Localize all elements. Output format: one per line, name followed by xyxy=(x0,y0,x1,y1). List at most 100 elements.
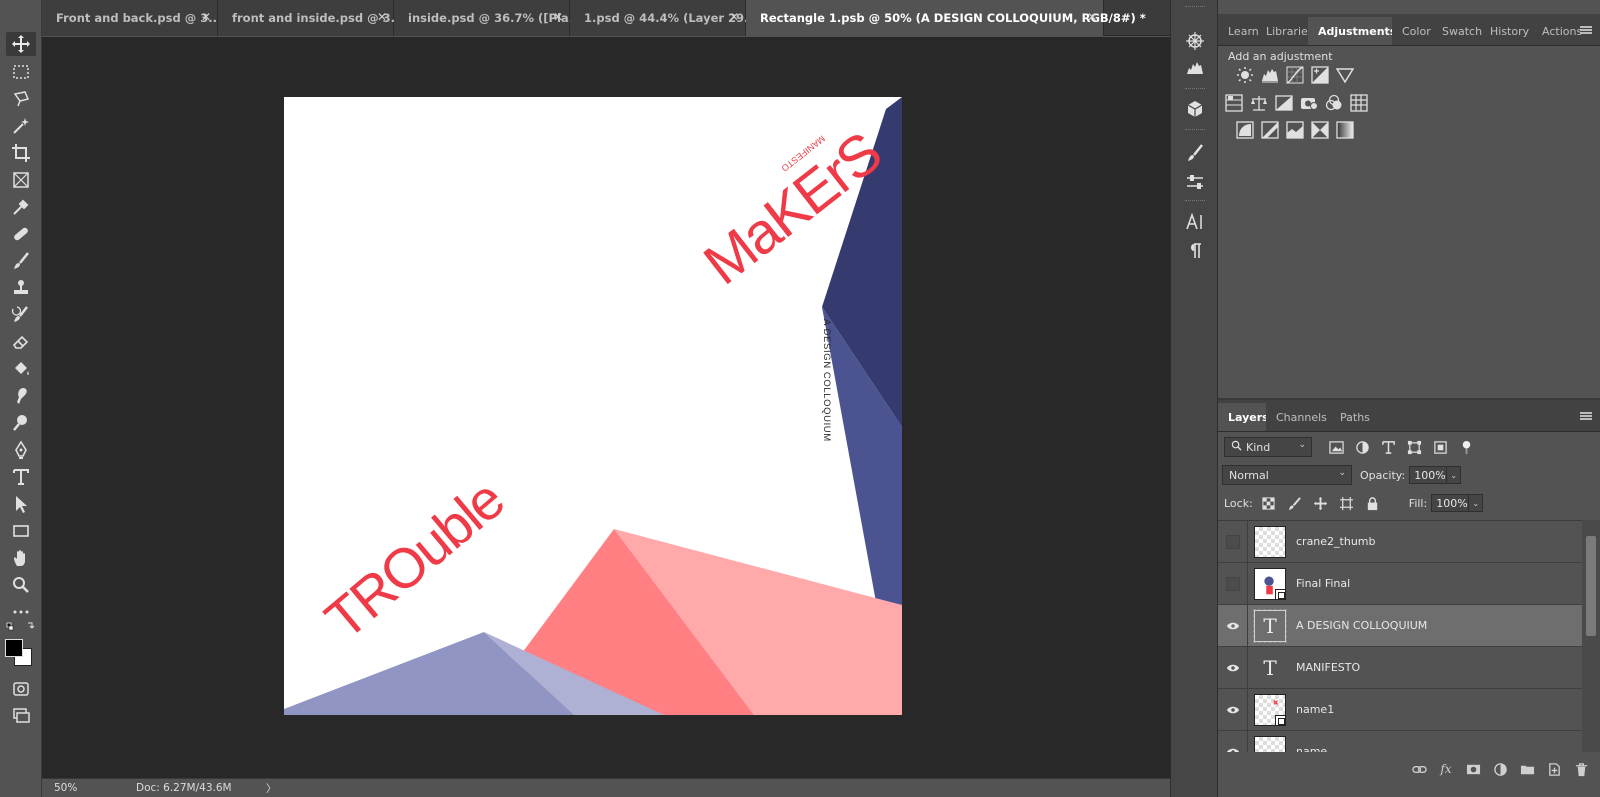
tab-paths[interactable]: Paths xyxy=(1330,403,1380,431)
visibility-toggle[interactable] xyxy=(1218,521,1248,563)
path-selection-tool-icon[interactable] xyxy=(6,492,36,516)
opacity-input[interactable]: 100% xyxy=(1409,466,1448,484)
link-layers-icon[interactable] xyxy=(1410,760,1428,778)
panel-menu-icon[interactable] xyxy=(1580,26,1592,34)
visibility-toggle[interactable] xyxy=(1218,604,1248,647)
lock-all-icon[interactable] xyxy=(1363,493,1383,513)
new-layer-icon[interactable] xyxy=(1545,760,1563,778)
marquee-tool-icon[interactable] xyxy=(6,60,36,84)
document-canvas[interactable]: MaKErS MANIFESTO A DESIGN COLLOQUIUM TRO… xyxy=(284,97,902,715)
tab-adjustments[interactable]: Adjustments xyxy=(1308,17,1392,45)
move-tool-icon[interactable] xyxy=(6,32,36,56)
posterize-icon[interactable] xyxy=(1259,119,1281,141)
pixel-filter-icon[interactable] xyxy=(1326,437,1346,457)
tab-1-psd[interactable]: 1.psd @ 44.4% (Layer 29... ✕ xyxy=(570,0,757,36)
eyedropper-tool-icon[interactable] xyxy=(6,195,36,219)
channel-mixer-icon[interactable] xyxy=(1323,92,1345,114)
lock-artboard-icon[interactable] xyxy=(1337,493,1357,513)
layer-kind-filter[interactable]: Kind ⌄ xyxy=(1224,437,1312,457)
close-icon[interactable]: ✕ xyxy=(729,10,739,24)
new-adjustment-layer-icon[interactable] xyxy=(1491,760,1509,778)
hand-tool-icon[interactable] xyxy=(6,546,36,570)
tab-libraries[interactable]: Librarie: xyxy=(1262,17,1308,45)
black-white-icon[interactable] xyxy=(1273,92,1295,114)
canvas-area[interactable]: MaKErS MANIFESTO A DESIGN COLLOQUIUM TRO… xyxy=(42,37,1170,778)
visibility-toggle[interactable] xyxy=(1218,646,1248,689)
chevron-down-icon[interactable]: ⌄ xyxy=(1447,466,1462,484)
lasso-tool-icon[interactable] xyxy=(6,87,36,111)
layers-scrollbar[interactable] xyxy=(1582,520,1600,752)
screen-mode-icon[interactable] xyxy=(6,703,36,727)
hue-saturation-icon[interactable] xyxy=(1223,92,1245,114)
gradient-map-icon[interactable] xyxy=(1334,119,1356,141)
tab-layers[interactable]: Layers xyxy=(1218,403,1266,431)
lock-position-icon[interactable] xyxy=(1311,493,1331,513)
tool-presets-icon[interactable] xyxy=(1182,169,1208,195)
curves-icon[interactable] xyxy=(1284,64,1306,86)
layer-name[interactable]: Final Final xyxy=(1296,577,1350,590)
visibility-toggle[interactable] xyxy=(1218,730,1248,752)
brightness-contrast-icon[interactable] xyxy=(1234,64,1256,86)
filter-toggle-icon[interactable] xyxy=(1456,437,1476,457)
foreground-color-swatch[interactable] xyxy=(5,639,23,657)
adjustment-filter-icon[interactable] xyxy=(1352,437,1372,457)
paragraph-icon[interactable] xyxy=(1182,238,1208,264)
history-brush-tool-icon[interactable] xyxy=(6,303,36,327)
character-icon[interactable] xyxy=(1182,209,1208,235)
tab-learn[interactable]: Learn xyxy=(1218,17,1262,45)
navigator-icon[interactable] xyxy=(1182,28,1208,54)
zoom-tool-icon[interactable] xyxy=(6,573,36,597)
layer-name[interactable]: name1 xyxy=(1296,703,1334,716)
layer-name[interactable]: A DESIGN COLLOQUIUM xyxy=(1296,619,1427,632)
dock-grip[interactable] xyxy=(1185,88,1205,92)
fill-input[interactable]: 100% xyxy=(1431,494,1470,512)
invert-icon[interactable] xyxy=(1234,119,1256,141)
layer-row-crane2-thumb[interactable]: crane2_thumb xyxy=(1218,521,1582,563)
add-mask-icon[interactable] xyxy=(1464,760,1482,778)
layer-name[interactable]: name xyxy=(1296,745,1327,752)
threshold-icon[interactable] xyxy=(1284,119,1306,141)
lock-pixels-icon[interactable] xyxy=(1285,493,1305,513)
layer-row-name1[interactable]: name1 xyxy=(1218,688,1582,731)
histogram-icon[interactable] xyxy=(1182,55,1208,81)
paint-bucket-tool-icon[interactable] xyxy=(6,357,36,381)
levels-icon[interactable] xyxy=(1259,64,1281,86)
layer-name[interactable]: MANIFESTO xyxy=(1296,661,1360,674)
tab-rectangle-1-psb[interactable]: Rectangle 1.psb @ 50% (A DESIGN COLLOQUI… xyxy=(746,0,1146,36)
quick-mask-icon[interactable] xyxy=(6,677,36,701)
tab-inside[interactable]: inside.psd @ 36.7% ([Pla... ✕ xyxy=(394,0,582,36)
close-icon[interactable]: ✕ xyxy=(1087,10,1097,24)
lock-transparent-icon[interactable] xyxy=(1259,493,1279,513)
tab-history[interactable]: History xyxy=(1484,17,1536,45)
tab-front-and-back[interactable]: Front and back.psd @ 3... ✕ xyxy=(42,0,221,36)
brush-settings-icon[interactable] xyxy=(1182,140,1208,166)
layer-style-fx-icon[interactable]: fx xyxy=(1437,760,1455,778)
tab-channels[interactable]: Channels xyxy=(1266,403,1330,431)
brush-tool-icon[interactable] xyxy=(6,249,36,273)
delete-layer-icon[interactable] xyxy=(1572,760,1590,778)
vibrance-icon[interactable] xyxy=(1334,64,1356,86)
layer-row-final-final[interactable]: Final Final xyxy=(1218,562,1582,605)
frame-tool-icon[interactable] xyxy=(6,168,36,192)
color-lookup-icon[interactable] xyxy=(1348,92,1370,114)
close-icon[interactable]: ✕ xyxy=(201,10,211,24)
dock-grip[interactable] xyxy=(1185,200,1205,204)
selective-color-icon[interactable] xyxy=(1309,119,1331,141)
close-icon[interactable]: ✕ xyxy=(553,10,563,24)
blend-mode-select[interactable]: Normal ⌄ xyxy=(1222,465,1352,485)
tab-front-and-inside[interactable]: front and inside.psd @ 3... ✕ xyxy=(218,0,404,36)
tab-swatches[interactable]: Swatch xyxy=(1436,17,1484,45)
type-filter-icon[interactable] xyxy=(1378,437,1398,457)
layer-row-manifesto[interactable]: T MANIFESTO xyxy=(1218,646,1582,689)
crop-tool-icon[interactable] xyxy=(6,141,36,165)
exposure-icon[interactable] xyxy=(1309,64,1331,86)
shape-filter-icon[interactable] xyxy=(1404,437,1424,457)
tab-color[interactable]: Color xyxy=(1392,17,1436,45)
photo-filter-icon[interactable] xyxy=(1298,92,1320,114)
layer-row-name[interactable]: name xyxy=(1218,730,1582,752)
pen-tool-icon[interactable] xyxy=(6,438,36,462)
layer-row-a-design-colloquium[interactable]: T A DESIGN COLLOQUIUM xyxy=(1218,604,1582,647)
smudge-tool-icon[interactable] xyxy=(6,384,36,408)
close-icon[interactable]: ✕ xyxy=(377,10,387,24)
eraser-tool-icon[interactable] xyxy=(6,330,36,354)
